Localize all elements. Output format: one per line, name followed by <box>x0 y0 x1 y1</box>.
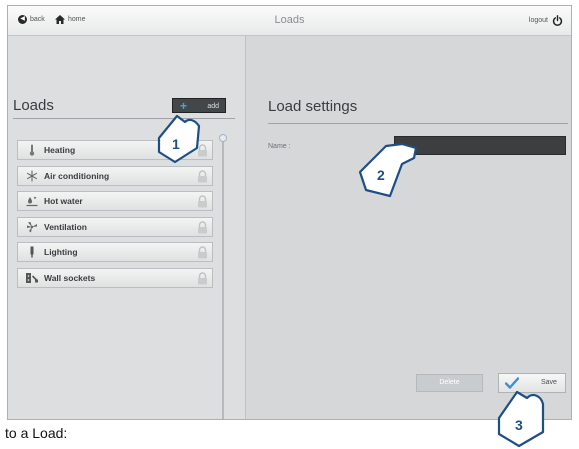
app-window: ◀ back home Loads logout Loads + add Hea… <box>7 5 572 420</box>
lock-icon <box>198 221 207 234</box>
step-callout-2-icon: 2 <box>358 142 418 198</box>
settings-divider <box>268 123 568 124</box>
load-settings-heading: Load settings <box>268 98 358 115</box>
lock-icon <box>198 246 207 259</box>
load-item-ventilation[interactable]: Ventilation <box>17 216 213 237</box>
load-item-label: Ventilation <box>44 221 87 232</box>
load-item-label: Wall sockets <box>44 272 96 283</box>
lock-icon <box>198 272 207 285</box>
window-title: Loads <box>274 14 305 26</box>
caption-text: to a Load: <box>5 425 68 441</box>
fan-icon <box>27 221 37 233</box>
load-item-air-conditioning[interactable]: Air conditioning <box>17 165 213 186</box>
callout-number-2: 2 <box>377 167 385 183</box>
loads-panel: Loads + add Heating Air conditioning Hot… <box>8 36 246 419</box>
lock-icon <box>198 195 207 208</box>
logout-label: logout <box>528 17 548 24</box>
load-settings-panel: Load settings Name : Delete Save <box>246 36 571 419</box>
scrollbar-handle[interactable] <box>219 134 227 142</box>
loads-heading: Loads <box>13 97 54 114</box>
water-heater-icon <box>26 196 38 207</box>
delete-button[interactable]: Delete <box>416 374 483 392</box>
callout-number-1: 1 <box>172 136 180 152</box>
load-item-label: Heating <box>44 145 76 155</box>
name-label: Name : <box>268 143 291 150</box>
add-label: add <box>207 103 219 110</box>
lamp-icon <box>30 246 34 258</box>
socket-icon <box>26 272 38 283</box>
load-item-lighting[interactable]: Lighting <box>17 242 213 263</box>
snowflake-icon <box>26 170 38 182</box>
step-callout-3-icon: 3 <box>497 390 545 448</box>
callout-number-3: 3 <box>515 417 523 433</box>
load-item-hot-water[interactable]: Hot water <box>17 191 213 212</box>
load-item-label: Hot water <box>44 196 83 207</box>
logout-button[interactable]: logout <box>529 15 563 26</box>
load-item-label: Lighting <box>44 247 78 258</box>
step-callout-1-icon: 1 <box>157 114 201 164</box>
load-item-wall-sockets[interactable]: Wall sockets <box>17 267 213 288</box>
thermometer-icon <box>29 144 35 156</box>
power-icon <box>552 15 563 26</box>
top-bar: ◀ back home Loads logout <box>8 6 571 36</box>
load-item-label: Air conditioning <box>44 170 110 181</box>
lock-icon <box>198 169 207 183</box>
list-scrollbar[interactable] <box>219 134 227 419</box>
